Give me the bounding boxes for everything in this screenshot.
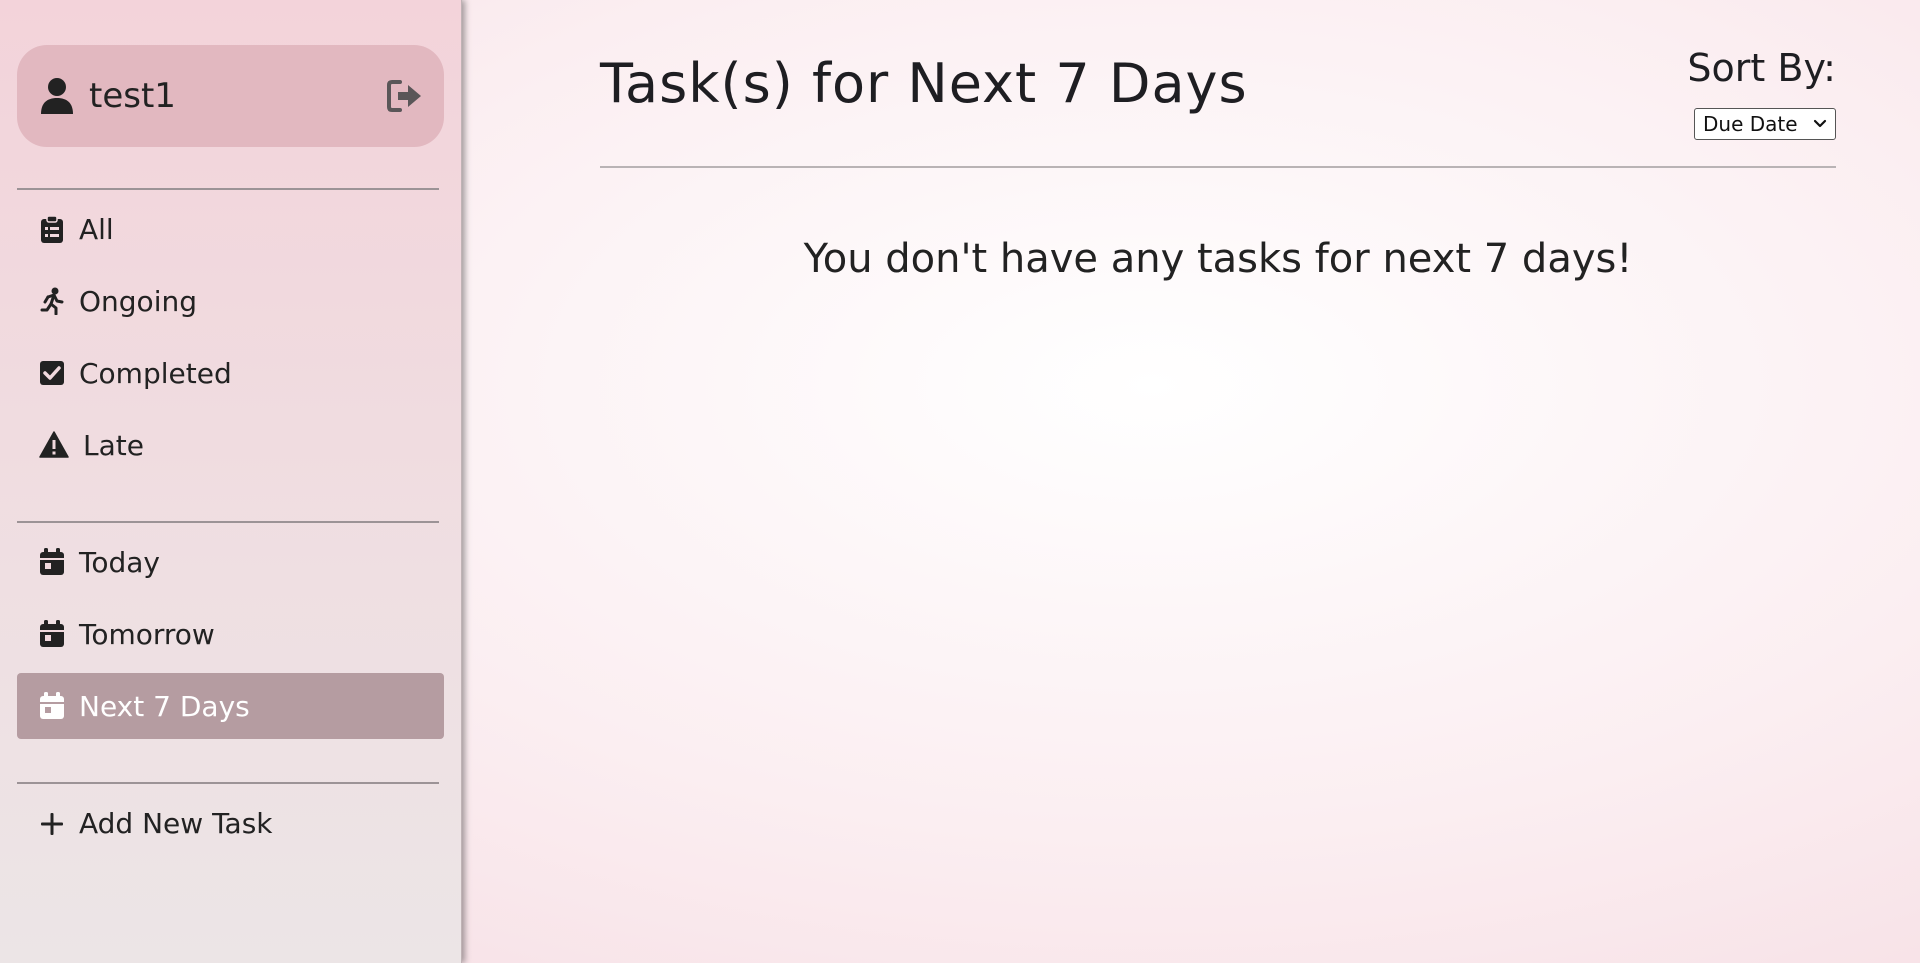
page-title: Task(s) for Next 7 Days — [600, 52, 1248, 115]
sort-select[interactable]: Due Date — [1694, 108, 1836, 140]
empty-state-message: You don't have any tasks for next 7 days… — [803, 236, 1633, 282]
sidebar-item-ongoing[interactable]: Ongoing — [17, 268, 444, 334]
running-person-icon — [40, 287, 64, 315]
sidebar-item-tomorrow[interactable]: Tomorrow — [17, 601, 444, 667]
calendar-icon — [40, 620, 64, 647]
sidebar: test1 All Ongoing Completed Late Today T… — [0, 0, 462, 963]
add-task-label: Add New Task — [79, 806, 273, 840]
sidebar-item-label: Tomorrow — [79, 617, 215, 651]
sidebar-item-late[interactable]: Late — [17, 412, 444, 478]
plus-icon — [41, 813, 63, 835]
sidebar-item-label: Completed — [79, 356, 232, 390]
sort-select-value: Due Date — [1703, 112, 1798, 136]
sidebar-item-label: Today — [79, 545, 160, 579]
sort-label: Sort By: — [1687, 46, 1836, 90]
logout-icon[interactable] — [386, 79, 424, 113]
sidebar-item-label: Ongoing — [79, 284, 197, 318]
add-task-button[interactable]: Add New Task — [17, 790, 444, 856]
checkbox-icon — [40, 361, 64, 385]
header-divider — [600, 166, 1836, 168]
sidebar-item-completed[interactable]: Completed — [17, 340, 444, 406]
sidebar-item-today[interactable]: Today — [17, 529, 444, 595]
sidebar-item-label: Late — [83, 428, 144, 462]
sidebar-item-next-7-days[interactable]: Next 7 Days — [17, 673, 444, 739]
warning-icon — [39, 431, 69, 458]
sidebar-divider — [17, 188, 439, 190]
calendar-icon — [40, 692, 64, 719]
clipboard-icon — [41, 215, 63, 243]
chevron-down-icon — [1813, 119, 1827, 128]
calendar-icon — [40, 548, 64, 575]
username: test1 — [89, 76, 176, 116]
sidebar-item-all[interactable]: All — [17, 196, 444, 262]
sidebar-item-label: All — [79, 212, 114, 246]
user-icon — [41, 78, 73, 114]
user-card: test1 — [17, 45, 444, 147]
sidebar-divider — [17, 521, 439, 523]
sidebar-item-label: Next 7 Days — [79, 689, 250, 723]
sidebar-divider — [17, 782, 439, 784]
